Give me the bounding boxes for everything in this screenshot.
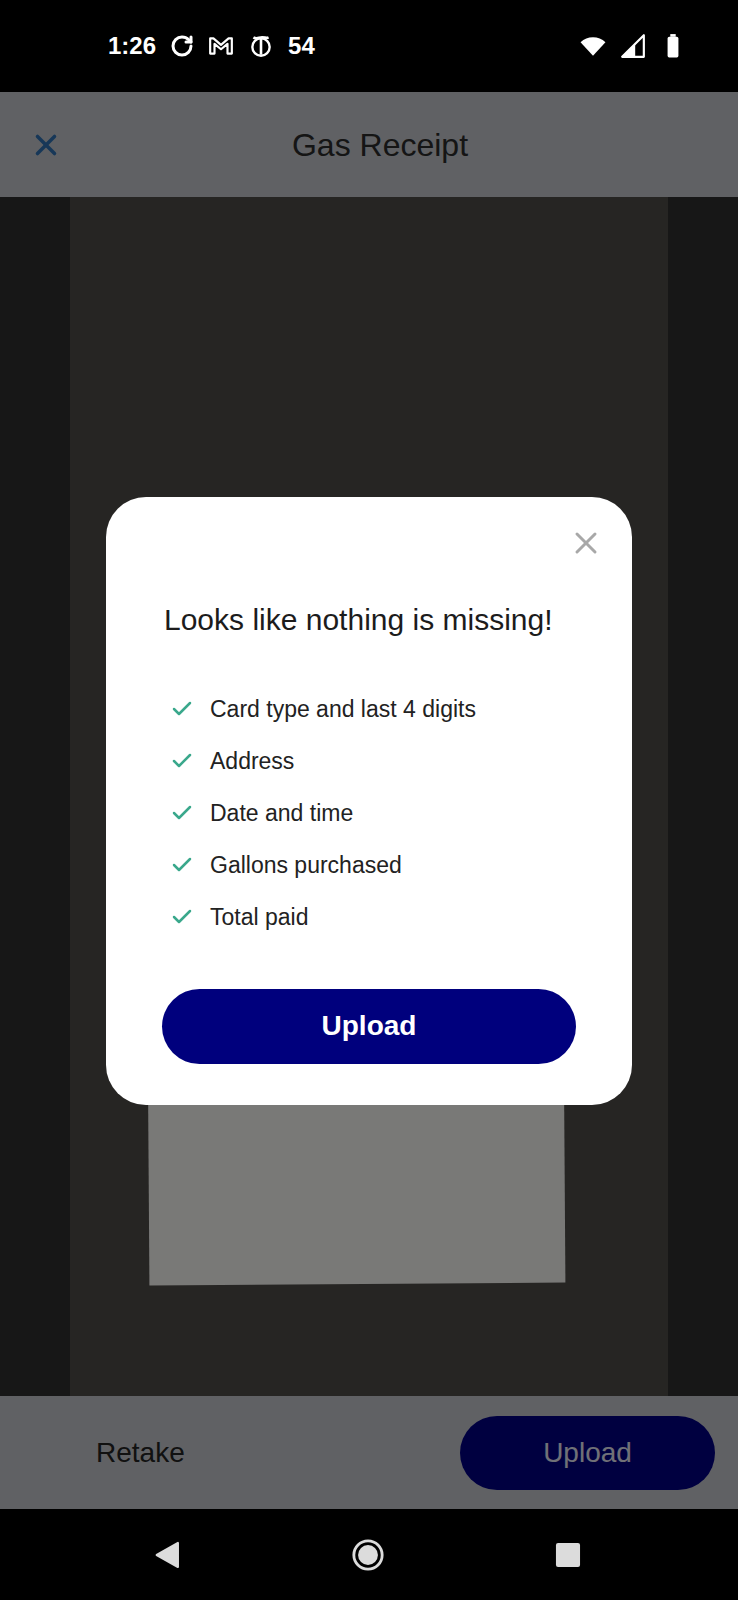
check-icon — [170, 697, 194, 721]
checklist-label: Card type and last 4 digits — [210, 694, 476, 724]
check-icon — [170, 905, 194, 929]
receipt-screen: Gas ReceiptRetakeUploadLooks like nothin… — [0, 92, 738, 1509]
navigation-bar — [0, 1509, 738, 1600]
checklist-label: Date and time — [210, 798, 353, 828]
checklist-label: Address — [210, 746, 294, 776]
checklist: Card type and last 4 digits Address Date a… — [162, 683, 576, 943]
status-time: 1:26 — [108, 31, 156, 61]
close-icon — [568, 525, 604, 561]
news-app-icon — [248, 33, 274, 59]
checklist-item: Address — [162, 735, 576, 787]
dialog-title: Looks like nothing is missing! — [162, 600, 576, 640]
back-icon — [151, 1538, 185, 1572]
check-icon — [170, 853, 194, 877]
modal-overlay: Looks like nothing is missing! Card type … — [0, 92, 738, 1509]
home-icon — [351, 1538, 385, 1572]
gmail-icon — [208, 33, 234, 59]
check-slot — [170, 801, 194, 825]
confirmation-dialog: Looks like nothing is missing! Card type … — [106, 497, 632, 1105]
checklist-item: Card type and last 4 digits — [162, 683, 576, 735]
check-slot — [170, 749, 194, 773]
home-button[interactable] — [348, 1535, 388, 1575]
check-slot — [170, 905, 194, 929]
sync-icon — [170, 34, 194, 58]
status-bar: 1:26 54 — [0, 0, 738, 92]
signal-icon — [620, 33, 646, 59]
status-notification-count: 54 — [288, 31, 315, 61]
check-icon — [170, 749, 194, 773]
phone-screen: 1:26 54 Gas ReceiptRetakeUploadLooks like … — [0, 0, 738, 1600]
dialog-close-button[interactable] — [566, 523, 606, 563]
checklist-item: Total paid — [162, 891, 576, 943]
status-right — [580, 33, 686, 59]
dialog-upload-button[interactable]: Upload — [162, 989, 576, 1064]
check-slot — [170, 697, 194, 721]
check-icon — [170, 801, 194, 825]
checklist-item: Gallons purchased — [162, 839, 576, 891]
back-button[interactable] — [148, 1535, 188, 1575]
battery-icon — [660, 33, 686, 59]
dialog-actions: Upload — [162, 989, 576, 1064]
wifi-icon — [580, 33, 606, 59]
recents-button[interactable] — [548, 1535, 588, 1575]
checklist-item: Date and time — [162, 787, 576, 839]
check-slot — [170, 853, 194, 877]
status-left: 1:26 54 — [108, 31, 315, 61]
checklist-label: Gallons purchased — [210, 850, 402, 880]
recents-icon — [551, 1538, 585, 1572]
checklist-label: Total paid — [210, 902, 308, 932]
